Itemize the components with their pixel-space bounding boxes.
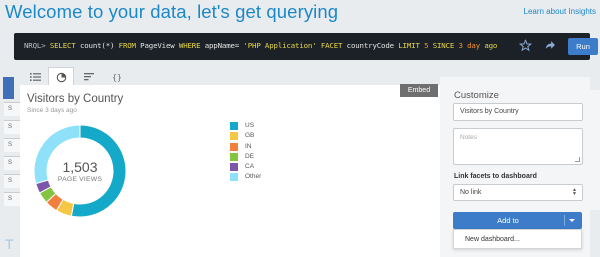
- link-facets-selected-value: No link: [460, 189, 482, 196]
- legend-label: DE: [245, 152, 255, 160]
- add-to-label: Add to: [497, 216, 519, 225]
- nrql-token: 3 day: [458, 41, 481, 50]
- legend-swatch: [230, 122, 238, 130]
- nrql-token: SINCE: [432, 41, 455, 50]
- nrql-token: ago: [484, 41, 498, 50]
- resize-grip-icon[interactable]: [575, 157, 580, 162]
- tab-bar-list[interactable]: [76, 68, 102, 86]
- legend-label: IN: [245, 142, 252, 150]
- nrql-token: LIMIT: [398, 41, 420, 50]
- add-to-dropdown: New dashboard...: [453, 229, 582, 249]
- select-arrows-icon: ▲ ▼: [572, 187, 577, 197]
- json-braces-icon: {}: [112, 72, 122, 82]
- tab-json[interactable]: {}: [104, 68, 130, 86]
- chart-title: Visitors by Country: [27, 93, 124, 105]
- nrql-token: 5: [424, 41, 429, 50]
- tab-pie-chart[interactable]: [48, 67, 74, 87]
- customize-heading: Customize: [454, 90, 499, 101]
- list-icon: [29, 73, 41, 81]
- total-page-views-value: 1,503: [62, 159, 98, 175]
- background-row: S: [4, 102, 20, 116]
- pie-chart-icon: [56, 72, 66, 83]
- nrql-token: WHERE: [178, 41, 201, 50]
- star-icon[interactable]: [519, 39, 532, 52]
- nrql-prompt: NRQL>: [24, 41, 46, 50]
- background-row: S: [4, 192, 20, 206]
- embed-button[interactable]: Embed: [400, 84, 438, 97]
- link-facets-select[interactable]: No link ▲ ▼: [453, 184, 583, 201]
- nrql-token: PageView: [140, 41, 175, 50]
- nrql-token: SELECT: [49, 41, 76, 50]
- nrql-token: count(*): [79, 41, 115, 50]
- link-facets-label: Link facets to dashboard: [454, 173, 537, 180]
- add-to-divider: [564, 215, 565, 226]
- legend-label: Other: [245, 173, 262, 181]
- page-title: Welcome to your data, let's get querying: [5, 1, 339, 22]
- learn-about-insights-link[interactable]: Learn about Insights: [524, 7, 597, 16]
- legend-label: CA: [245, 163, 255, 171]
- run-button[interactable]: Run: [568, 38, 598, 55]
- background-row: S: [4, 174, 20, 188]
- nrql-query-input[interactable]: NRQL> SELECT count(*) FROM PageView WHER…: [24, 41, 497, 50]
- legend-label: US: [245, 122, 255, 129]
- add-to-button[interactable]: Add to: [453, 212, 582, 229]
- share-icon[interactable]: [543, 39, 556, 52]
- legend-swatch: [230, 142, 238, 151]
- legend-swatch: [230, 163, 238, 172]
- legend-label: GB: [245, 132, 255, 140]
- legend-swatch: [230, 132, 238, 141]
- background-row: S: [4, 156, 20, 170]
- background-panel-edge: [590, 90, 600, 210]
- legend-swatch: [230, 152, 238, 161]
- notes-textarea[interactable]: Notes: [453, 128, 583, 165]
- bar-list-icon: [83, 73, 94, 81]
- nrql-query-bar: NRQL> SELECT count(*) FROM PageView WHER…: [14, 33, 598, 60]
- background-heading-fragment: T: [5, 236, 14, 252]
- widget-title-input[interactable]: Visitors by Country: [453, 103, 583, 121]
- background-row: S: [4, 138, 20, 152]
- background-row: S: [4, 120, 20, 134]
- nrql-token: FACET: [320, 41, 343, 50]
- tab-list[interactable]: [22, 68, 48, 86]
- nrql-token: FROM: [118, 41, 136, 50]
- legend-swatch: [230, 173, 238, 182]
- nrql-token: 'PHP Application': [243, 41, 317, 50]
- chart-subtitle: Since 3 days ago: [27, 107, 77, 114]
- nrql-token: countryCode: [346, 41, 394, 50]
- chevron-down-icon[interactable]: [569, 219, 575, 222]
- nrql-token: appName=: [204, 41, 240, 50]
- new-dashboard-option[interactable]: New dashboard...: [465, 236, 520, 243]
- background-button: [3, 77, 14, 99]
- notes-placeholder: Notes: [460, 134, 477, 141]
- total-page-views-label: PAGE VIEWS: [57, 176, 103, 183]
